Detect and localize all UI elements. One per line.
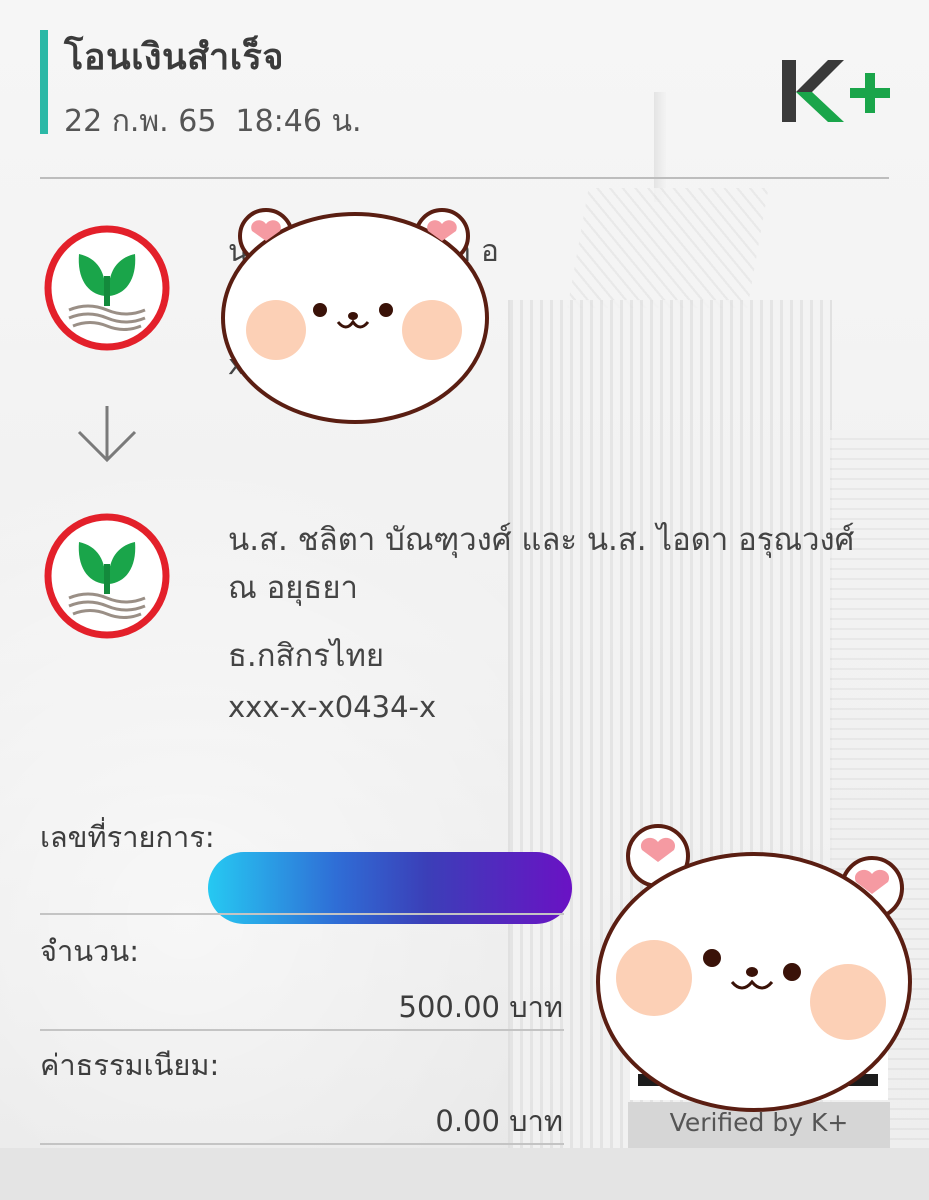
kbank-logo-icon [44, 225, 170, 351]
row-divider [40, 1029, 564, 1031]
kplus-logo [782, 60, 890, 122]
fee-value: 0.00 บาท [435, 1104, 563, 1138]
building-top-background [567, 188, 769, 308]
amount-value: 500.00 บาท [398, 990, 564, 1024]
header-divider [40, 177, 889, 179]
receiver-account: xxx-x-x0434-x [228, 690, 437, 724]
bear-sticker-icon [596, 824, 912, 1112]
row-divider [40, 1143, 564, 1145]
bear-sticker-icon [221, 208, 489, 424]
receiver-bank: ธ.กสิกรไทย [228, 638, 385, 674]
reference-label: เลขที่รายการ: [40, 820, 215, 854]
row-divider [40, 913, 564, 915]
title-accent-bar [40, 30, 48, 134]
transaction-datetime: 22 ก.พ. 65 18:46 น. [64, 104, 362, 139]
receiver-name: น.ส. ชลิตา บัณฑุวงศ์ และ น.ส. ไอดา อรุณว… [228, 516, 898, 612]
amount-label: จำนวน: [40, 934, 139, 968]
page-title: โอนเงินสำเร็จ [64, 37, 284, 78]
arrow-down-icon [77, 406, 137, 463]
fee-label: ค่าธรรมเนียม: [40, 1048, 220, 1082]
building-spire-background [654, 92, 666, 202]
footer-bar [0, 1148, 929, 1200]
kbank-logo-icon [44, 513, 170, 639]
receiver-name-line1: น.ส. ชลิตา บัณฑุวงศ์ และ น.ส. ไอดา อรุณว… [228, 522, 855, 558]
receiver-name-line2: ณ อยุธยา [228, 570, 358, 606]
transfer-slip: โอนเงินสำเร็จ 22 ก.พ. 65 18:46 น. นา อ x [0, 0, 929, 1148]
verified-text: Verified by K+ [669, 1108, 849, 1137]
